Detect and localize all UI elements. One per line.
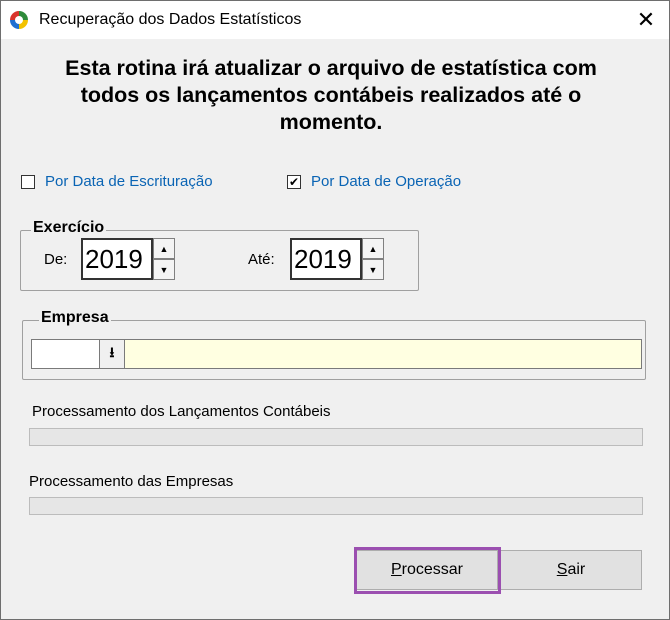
lancamentos-progress-label: Processamento dos Lançamentos Contábeis [32,403,331,420]
escrituracao-checkbox[interactable]: Por Data de Escrituração [21,173,213,190]
company-name-field[interactable] [124,339,642,369]
instruction-heading: Esta rotina irá atualizar o arquivo de e… [21,55,641,136]
empresa-legend: Empresa [39,309,111,327]
sair-label: air [567,561,586,578]
to-year-up-icon[interactable]: ▲ [362,238,384,259]
from-year-up-icon[interactable]: ▲ [153,238,175,259]
heading-line-1: Esta rotina irá atualizar o arquivo de e… [65,56,597,80]
empresas-progress-label: Processamento das Empresas [29,473,234,490]
to-year-input[interactable]: 2019 [290,238,362,280]
dropdown-arrow-icon[interactable]: ⭳ [99,340,124,368]
dialog-window: Recuperação dos Dados Estatísticos ✕ Est… [0,0,670,620]
close-icon[interactable]: ✕ [623,1,669,39]
window-title: Recuperação dos Dados Estatísticos [39,11,302,28]
processar-mnemonic: P [390,561,402,578]
checkbox-box[interactable] [21,174,35,189]
title-bar[interactable]: Recuperação dos Dados Estatísticos ✕ [1,1,669,39]
heading-line-2: todos os lançamentos contábeis realizado… [80,83,582,107]
exercicio-group: Exercício De: 2019 ▲ ▼ Até: 2019 ▲ ▼ [20,219,419,291]
company-code-combo[interactable]: ⭳ [31,339,125,369]
operacao-label[interactable]: Por Data de Operação [311,173,461,190]
checkbox-box-checked[interactable]: ✔ [287,174,301,189]
app-logo-icon [10,11,28,29]
processar-button[interactable]: Processar [356,550,498,590]
escrituracao-label[interactable]: Por Data de Escrituração [45,173,213,190]
processar-label: rocessar [401,561,464,578]
to-year-down-icon[interactable]: ▼ [362,259,384,280]
from-year-input[interactable]: 2019 [81,238,153,280]
empresas-progress-bar [29,497,643,515]
empresa-group: Empresa ⭳ [22,309,646,380]
from-year-down-icon[interactable]: ▼ [153,259,175,280]
from-label: De: [44,251,68,268]
sair-mnemonic: S [556,561,568,578]
operacao-checkbox[interactable]: ✔ Por Data de Operação [287,173,461,190]
to-label: Até: [248,251,275,268]
exercicio-legend: Exercício [31,219,107,237]
sair-button[interactable]: Sair [500,550,642,590]
lancamentos-progress-bar [29,428,643,446]
heading-line-3: momento. [279,110,383,134]
